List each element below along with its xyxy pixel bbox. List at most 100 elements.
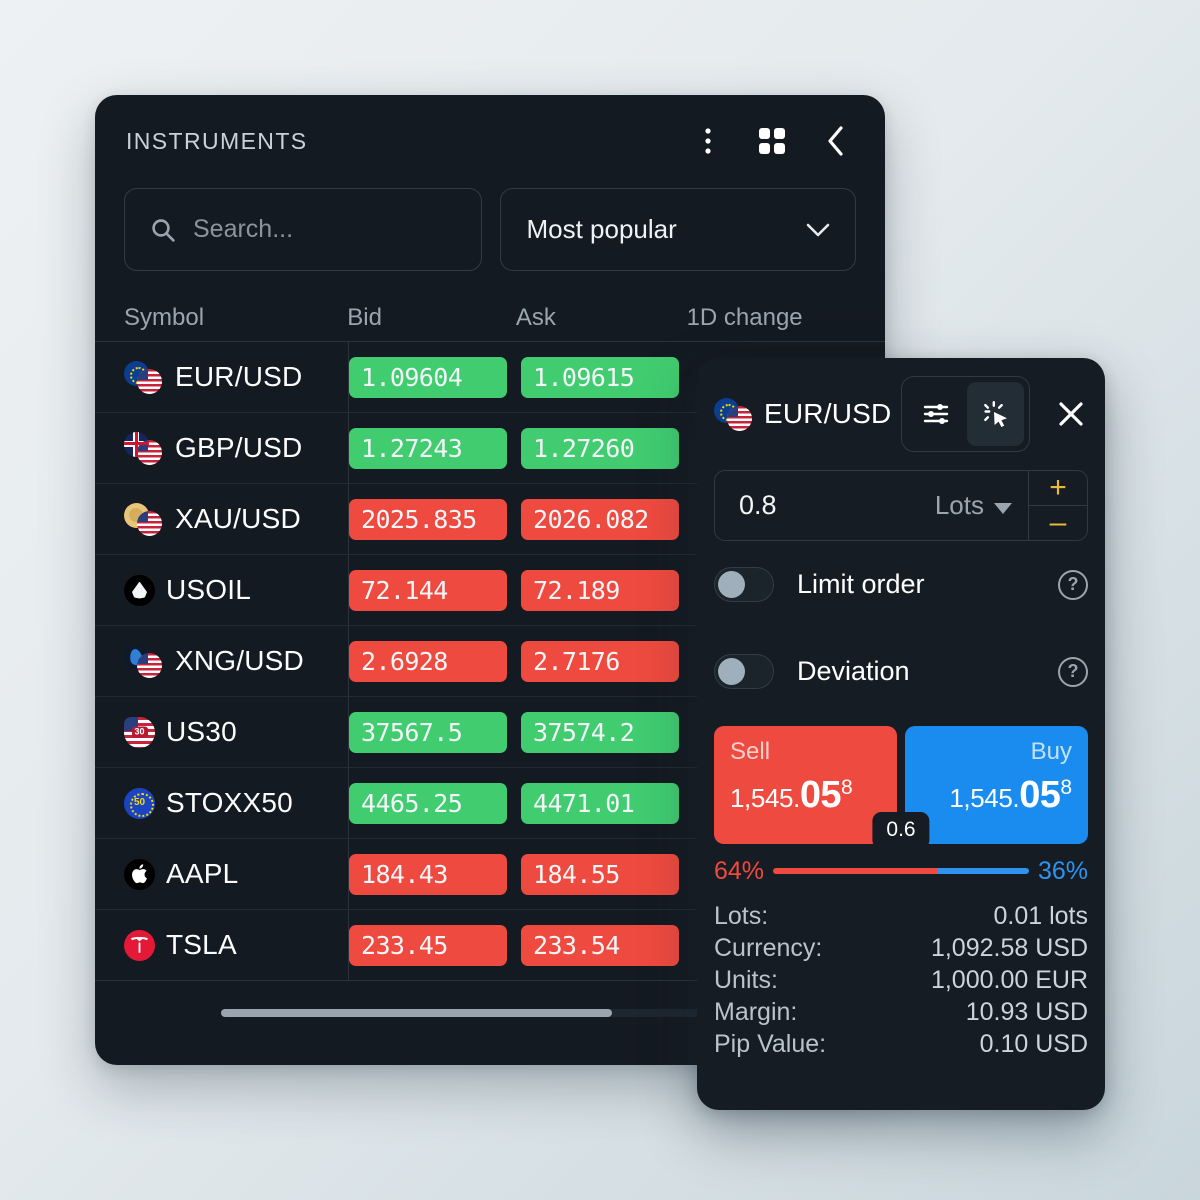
oil-drop-icon [124, 574, 155, 606]
help-circle-icon[interactable]: ? [1058, 569, 1088, 600]
bid-price: 37567.5 [349, 711, 507, 753]
kebab-menu-icon[interactable] [693, 126, 723, 156]
ask-cell[interactable]: 184.55 [519, 853, 691, 895]
column-header-symbol[interactable]: Symbol [124, 304, 347, 332]
detail-row: Pip Value: 0.10 USD [714, 1028, 1088, 1060]
instrument-symbol-cell[interactable]: EUR/USD [124, 342, 349, 412]
ask-cell[interactable]: 72.189 [519, 569, 691, 611]
sentiment-bar [773, 868, 1029, 874]
sell-label: Sell [730, 738, 771, 765]
volume-decrement-button[interactable]: – [1029, 505, 1087, 540]
volume-input[interactable]: 0.8 Lots [715, 471, 1028, 540]
search-icon [150, 217, 176, 243]
bid-cell[interactable]: 72.144 [349, 569, 519, 611]
search-box[interactable] [124, 188, 483, 271]
bid-price: 233.45 [349, 924, 507, 966]
instrument-symbol-label: STOXX50 [166, 787, 293, 818]
deviation-toggle[interactable] [714, 654, 774, 689]
column-header-change[interactable]: 1D change [687, 304, 885, 332]
sell-price-main: 05 [799, 774, 842, 816]
ask-cell[interactable]: 4471.01 [519, 782, 691, 824]
order-details-list: Lots: 0.01 lots Currency: 1,092.58 USD Units… [714, 900, 1088, 1060]
close-icon[interactable] [1054, 396, 1088, 432]
filter-dropdown[interactable]: Most popular [500, 188, 856, 271]
bid-cell[interactable]: 1.27243 [349, 427, 519, 469]
help-circle-icon[interactable]: ? [1058, 656, 1088, 687]
bid-cell[interactable]: 233.45 [349, 924, 519, 966]
apple-logo-icon [124, 858, 155, 890]
detail-value: 1,000.00 EUR [930, 965, 1088, 994]
ask-cell[interactable]: 2026.082 [519, 498, 691, 540]
ask-cell[interactable]: 233.54 [519, 924, 691, 966]
buy-percent-label: 36% [1037, 856, 1088, 885]
volume-increment-button[interactable]: + [1029, 471, 1087, 505]
bid-cell[interactable]: 4465.25 [349, 782, 519, 824]
instrument-symbol-cell[interactable]: TSLA [124, 910, 349, 980]
click-cursor-icon-button[interactable] [966, 382, 1025, 446]
instrument-symbol-cell[interactable]: XAU/USD [124, 484, 349, 554]
flag-pair-gb-us-icon [124, 431, 164, 465]
instrument-symbol-cell[interactable]: 50 STOXX50 [124, 768, 349, 838]
sliders-icon-button[interactable] [907, 382, 964, 446]
sell-percent-label: 64% [714, 856, 765, 885]
instrument-symbol-cell[interactable]: XNG/USD [124, 626, 349, 696]
instrument-symbol-label: EUR/USD [175, 361, 303, 392]
us30-flag-icon: 30 [124, 716, 155, 748]
ask-cell[interactable]: 1.27260 [519, 427, 691, 469]
ask-cell[interactable]: 2.7176 [519, 640, 691, 682]
trade-symbol-label: EUR/USD [764, 398, 892, 429]
instrument-symbol-label: USOIL [166, 574, 252, 605]
detail-row: Lots: 0.01 lots [714, 900, 1088, 932]
flag-pair-eu-us-icon [714, 397, 754, 431]
column-header-bid[interactable]: Bid [347, 304, 516, 332]
limit-order-row: Limit order ? [714, 541, 1088, 628]
search-input[interactable] [193, 215, 443, 244]
trade-ticket-panel: EUR/USD 0.8 Lots + – Limit order ? Devia… [697, 358, 1105, 1110]
bid-price: 1.09604 [349, 356, 507, 398]
bid-cell[interactable]: 184.43 [349, 853, 519, 895]
instrument-symbol-cell[interactable]: AAPL [124, 839, 349, 909]
sentiment-bar-buy [936, 868, 1029, 874]
buy-button[interactable]: Buy 1,545. 05 8 [905, 726, 1088, 844]
volume-value: 0.8 [739, 490, 777, 520]
limit-order-label: Limit order [797, 569, 925, 599]
instrument-symbol-cell[interactable]: USOIL [124, 555, 349, 625]
caret-down-icon [994, 490, 1012, 521]
scrollbar-thumb[interactable] [221, 1009, 612, 1017]
volume-unit-label: Lots [934, 490, 984, 520]
ask-price: 72.189 [521, 569, 679, 611]
detail-row: Margin: 10.93 USD [714, 996, 1088, 1028]
grid-icon[interactable] [757, 126, 787, 156]
volume-unit-dropdown[interactable]: Lots [935, 490, 1012, 521]
column-header-ask[interactable]: Ask [516, 304, 687, 332]
detail-value: 0.01 lots [993, 901, 1088, 930]
bid-cell[interactable]: 1.09604 [349, 356, 519, 398]
instrument-symbol-cell[interactable]: GBP/USD [124, 413, 349, 483]
detail-key: Currency: [714, 933, 823, 962]
chevron-left-icon[interactable] [821, 126, 851, 156]
ask-cell[interactable]: 37574.2 [519, 711, 691, 753]
sentiment-bar-sell [773, 868, 937, 874]
gas-flame-us-icon [124, 644, 164, 678]
bid-cell[interactable]: 2025.835 [349, 498, 519, 540]
filter-row: Most popular [95, 188, 885, 271]
volume-steppers: + – [1028, 471, 1087, 540]
sell-button[interactable]: Sell 1,545. 05 8 [714, 726, 897, 844]
toggle-knob [718, 571, 745, 598]
ask-price: 4471.01 [521, 782, 679, 824]
spread-badge: 0.6 [872, 812, 930, 849]
trade-panel-header: EUR/USD [714, 358, 1088, 470]
limit-order-toggle[interactable] [714, 567, 774, 602]
bid-cell[interactable]: 2.6928 [349, 640, 519, 682]
bid-price: 4465.25 [349, 782, 507, 824]
volume-input-row: 0.8 Lots + – [714, 470, 1088, 541]
ask-price: 2026.082 [521, 498, 679, 540]
instrument-symbol-cell[interactable]: 30 US30 [124, 697, 349, 767]
detail-key: Units: [714, 965, 778, 994]
bid-cell[interactable]: 37567.5 [349, 711, 519, 753]
ask-price: 2.7176 [521, 640, 679, 682]
sell-price-sup: 8 [840, 776, 853, 799]
detail-value: 10.93 USD [965, 997, 1088, 1026]
ask-cell[interactable]: 1.09615 [519, 356, 691, 398]
instrument-symbol-label: XAU/USD [175, 503, 301, 534]
